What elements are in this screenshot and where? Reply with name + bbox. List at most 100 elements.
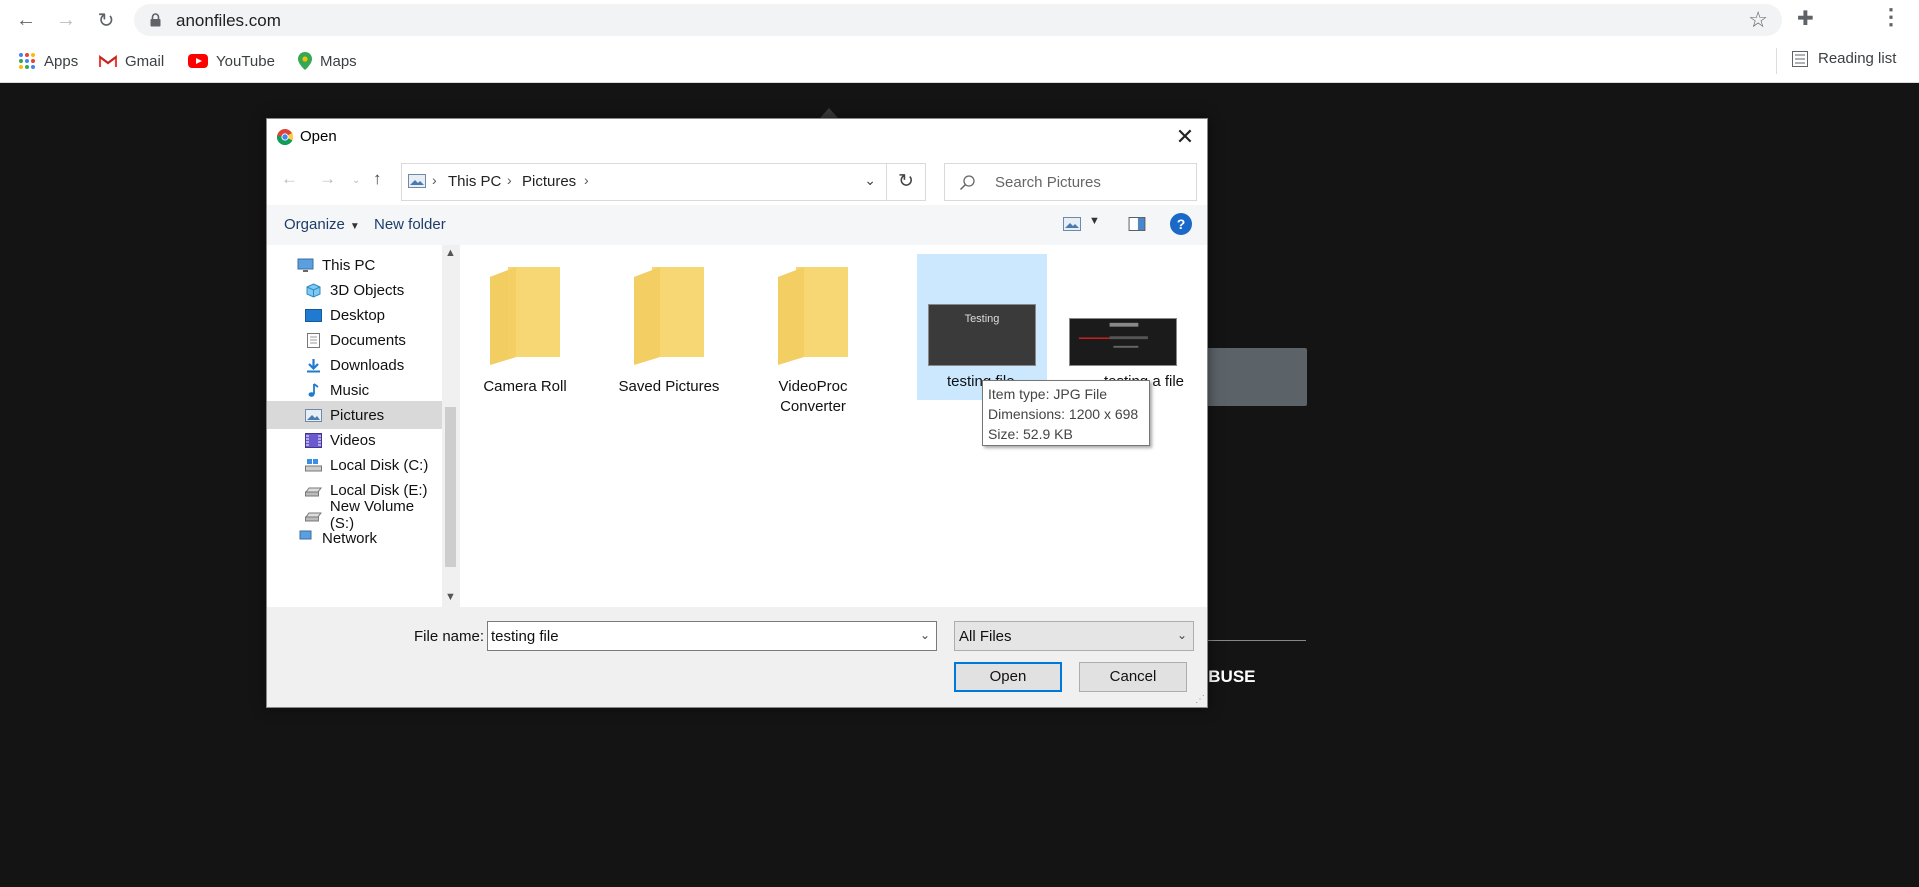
recent-locations-icon[interactable]: ⌄ [352,175,360,186]
bookmark-star-icon[interactable]: ☆ [1748,7,1768,33]
tooltip-size: Size: 52.9 KB [988,426,1073,442]
dialog-title: Open [300,128,337,145]
cancel-button[interactable]: Cancel [1079,662,1187,692]
nav-item-label: Network [322,530,378,547]
breadcrumb-this-pc[interactable]: This PC [448,173,501,190]
file-name-value: testing file [491,628,559,645]
nav-item-label: Downloads [330,356,405,374]
bookmarks-divider [1776,48,1777,74]
file-type-select[interactable]: All Files ⌄ [954,621,1194,651]
forward-button[interactable]: → [52,6,80,34]
chrome-icon [277,129,293,145]
dialog-titlebar[interactable]: Open ✕ [267,119,1207,155]
nav-item-local-disk-c[interactable]: Local Disk (C:) [267,451,442,479]
preview-pane-icon[interactable] [1128,217,1146,231]
item-label: Saved Pictures [618,378,720,395]
dialog-nav-row: ← → ⌄ ↑ › This PC › Pictures › ⌄ ↻ Searc… [267,155,1207,205]
nav-item-label: Videos [330,431,376,449]
nav-item-documents[interactable]: Documents [267,326,442,354]
file-name-input[interactable]: testing file ⌄ [487,621,937,651]
nav-item-3d-objects[interactable]: 3D Objects [267,276,442,304]
path-dropdown-icon[interactable]: ⌄ [864,172,876,189]
folder-icon [778,267,848,365]
videos-icon [305,432,322,448]
resize-grip-icon[interactable]: ⋰ [1195,694,1205,705]
back-arrow-icon[interactable]: ← [281,169,298,189]
bookmark-maps[interactable]: Maps [298,50,357,72]
help-button[interactable]: ? [1170,213,1192,235]
bookmarks-bar: Apps Gmail YouTube Maps Reading list [0,40,1919,83]
maps-pin-icon [298,52,312,70]
nav-item-label: 3D Objects [330,281,405,299]
address-bar[interactable]: anonfiles.com ☆ [134,4,1782,36]
forward-arrow-icon[interactable]: → [319,169,336,189]
breadcrumb-pictures[interactable]: Pictures [522,173,576,190]
reading-list-button[interactable]: Reading list [1792,50,1896,67]
bookmark-gmail[interactable]: Gmail [99,50,164,72]
breadcrumb-separator-icon: › [584,172,589,188]
new-folder-button[interactable]: New folder [374,216,446,233]
dialog-close-button[interactable]: ✕ [1167,123,1203,151]
nav-item-label: Desktop [330,306,386,324]
tooltip-dimensions: Dimensions: 1200 x 698 [988,406,1139,422]
organize-label: Organize [284,216,345,233]
nav-item-label: Pictures [330,406,385,424]
folder-icon [634,267,704,365]
navpane-scrollbar[interactable]: ▲ ▼ [442,245,459,607]
nav-item-label: Documents [330,331,406,349]
change-view-icon[interactable] [1063,217,1081,231]
back-button[interactable]: ← [12,6,40,34]
music-icon [308,382,319,397]
path-bar[interactable]: › This PC › Pictures › ⌄ [401,163,887,201]
command-bar: Organize ▼ New folder ▼ ? [267,205,1207,245]
folder-icon [490,267,560,365]
pictures-library-icon [408,174,426,188]
nav-item-this-pc[interactable]: This PC [267,251,442,279]
search-box[interactable]: Search Pictures [944,163,1197,201]
file-testing-a-file[interactable]: testing a file [1058,254,1188,400]
scroll-down-icon[interactable]: ▼ [445,591,456,603]
scroll-thumb[interactable] [445,407,456,567]
nav-item-videos[interactable]: Videos [267,426,442,454]
nav-item-music[interactable]: Music [267,376,442,404]
file-name-dropdown-icon[interactable]: ⌄ [920,628,930,642]
bookmark-apps[interactable]: Apps [18,50,78,72]
file-testing-file[interactable]: Testing testing file [917,254,1047,400]
bookmark-youtube[interactable]: YouTube [188,50,275,72]
extensions-puzzle-icon[interactable]: ✚ [1797,6,1814,31]
nav-item-network[interactable]: Network [267,530,442,550]
nav-item-label: Music [330,381,370,399]
gmail-icon [99,54,117,67]
folder-saved-pictures[interactable]: Saved Pictures [604,253,734,395]
folder-camera-roll[interactable]: Camera Roll [460,253,590,395]
downloads-icon [307,358,320,372]
nav-item-new-volume-s[interactable]: New Volume (S:) [267,498,442,532]
up-arrow-icon[interactable]: ↑ [373,169,382,189]
nav-item-label: Local Disk (C:) [330,456,429,474]
image-thumbnail: Testing [928,304,1036,366]
scroll-up-icon[interactable]: ▲ [445,247,456,259]
lock-icon [150,13,161,27]
breadcrumb-separator-icon: › [507,172,512,188]
tooltip-item-type: Item type: JPG File [988,386,1108,402]
nav-item-pictures[interactable]: Pictures [267,401,442,429]
menu-kebab-icon[interactable]: ⋮ [1880,4,1902,30]
reload-button[interactable]: ↻ [92,6,120,34]
image-thumbnail [1069,318,1177,366]
view-options-caret-icon[interactable]: ▼ [1089,215,1100,227]
url-text: anonfiles.com [176,11,281,30]
open-button[interactable]: Open [954,662,1062,692]
nav-item-downloads[interactable]: Downloads [267,351,442,379]
browser-toolbar: ← → ↻ anonfiles.com ☆ ✚ ⋮ [0,0,1919,40]
bookmark-label: Maps [320,52,357,70]
refresh-button[interactable]: ↻ [886,163,926,201]
item-label: VideoProc Converter [778,378,848,415]
bookmark-label: Apps [44,52,79,70]
bookmark-label: YouTube [216,52,275,70]
dialog-footer: File name: testing file ⌄ All Files ⌄ Op… [267,607,1207,707]
nav-item-desktop[interactable]: Desktop [267,301,442,329]
organize-button[interactable]: Organize ▼ [284,216,360,233]
folder-videoproc-converter[interactable]: VideoProc Converter [748,253,878,415]
search-icon [959,175,975,191]
search-placeholder: Search Pictures [995,174,1101,191]
